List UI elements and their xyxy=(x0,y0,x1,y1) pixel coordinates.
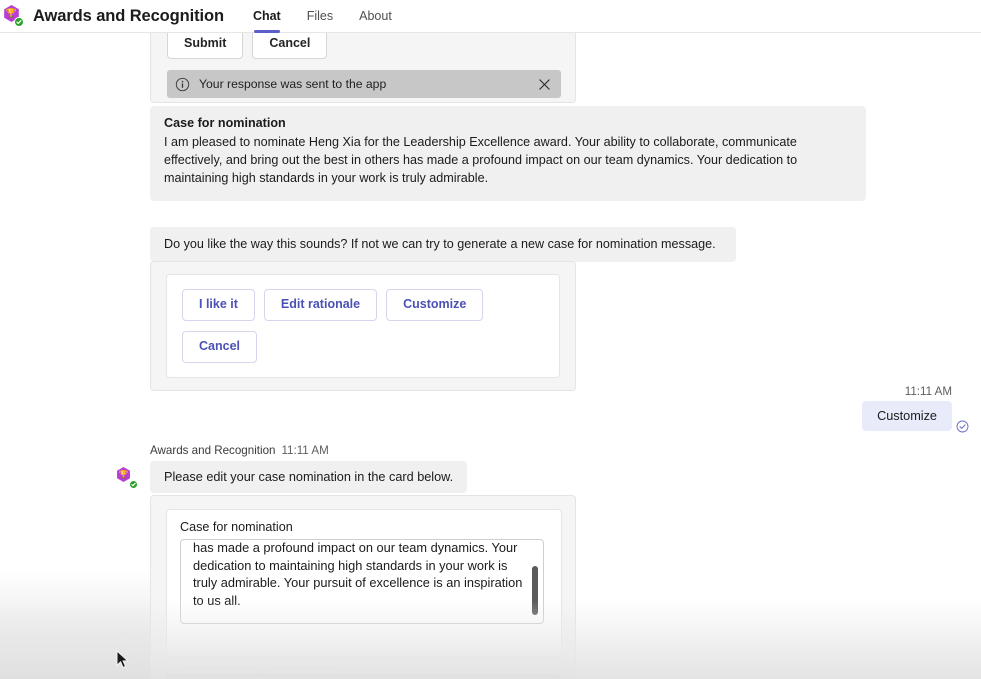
edit-field-label: Case for nomination xyxy=(180,520,293,534)
submit-button-top[interactable]: Submit xyxy=(167,33,244,59)
case-for-nomination-textarea[interactable]: communicate effectively, and bring out t… xyxy=(180,539,544,624)
suggested-actions-card: I like it Edit rationale Customize Cance… xyxy=(150,261,576,391)
outgoing-timestamp: 11:11 AM xyxy=(904,385,952,398)
available-check-icon xyxy=(14,17,24,27)
nomination-card-body: I am pleased to nominate Heng Xia for th… xyxy=(164,135,798,186)
textarea-value: has made a profound impact on our team d… xyxy=(193,540,523,608)
customize-button[interactable]: Customize xyxy=(386,289,484,321)
textarea-content: communicate effectively, and bring out t… xyxy=(181,540,543,615)
i-like-it-button[interactable]: I like it xyxy=(182,289,255,321)
available-check-icon-avatar xyxy=(129,480,138,489)
nomination-card-title: Case for nomination xyxy=(164,116,286,130)
tab-files[interactable]: Files xyxy=(294,0,346,33)
cancel-suggestion-button[interactable]: Cancel xyxy=(182,330,257,363)
trophy-glyph-avatar: 🏆 xyxy=(118,469,129,479)
nav-tabs: Chat Files About xyxy=(240,0,405,33)
cancel-button-top[interactable]: Cancel xyxy=(252,33,328,59)
incoming-message-bubble: Please edit your case nomination in the … xyxy=(150,461,468,493)
tab-chat[interactable]: Chat xyxy=(240,0,294,33)
bot-question-bubble: Do you like the way this sounds? If not … xyxy=(150,227,736,262)
incoming-timestamp: 11:11 AM xyxy=(281,444,329,457)
chat-conversation[interactable]: Submit Cancel Your response was sent to … xyxy=(0,33,981,679)
suggested-actions-row-1: I like it Edit rationale Customize xyxy=(182,289,544,321)
edit-rationale-button[interactable]: Edit rationale xyxy=(263,289,378,321)
status-message-top: Your response was sent to the app xyxy=(199,77,387,91)
incoming-sender-name: Awards and Recognition xyxy=(150,444,276,457)
tab-about[interactable]: About xyxy=(346,0,405,33)
info-circle-icon xyxy=(175,77,190,92)
outgoing-message-bubble[interactable]: Customize xyxy=(862,401,952,431)
status-bar-top: Your response was sent to the app xyxy=(167,70,561,98)
app-header: 🏆 Awards and Recognition Chat Files Abou… xyxy=(0,0,981,33)
page-title: Awards and Recognition xyxy=(33,6,224,25)
avatar: 🏆 xyxy=(116,467,138,489)
previous-response-card: Submit Cancel Your response was sent to … xyxy=(150,33,576,103)
close-x-icon-top[interactable] xyxy=(538,78,551,91)
suggested-actions-row-2: Cancel xyxy=(182,330,544,363)
edit-nomination-inner: Case for nomination communicate effectiv… xyxy=(166,509,562,657)
status-bar-bottom: Your response was sent to the app xyxy=(166,674,560,679)
delivered-check-circle-icon xyxy=(956,420,969,433)
app-icon: 🏆 xyxy=(2,4,26,28)
app-window: 🏆 Awards and Recognition Chat Files Abou… xyxy=(0,0,981,679)
incoming-message-meta: Awards and Recognition 11:11 AM xyxy=(150,444,329,457)
nomination-text-card: Case for nomination I am pleased to nomi… xyxy=(150,106,866,201)
previous-card-button-row: Submit Cancel xyxy=(167,33,328,59)
trophy-hexagon-icon-avatar: 🏆 xyxy=(117,467,130,482)
edit-nomination-card: Case for nomination communicate effectiv… xyxy=(150,495,576,679)
vertical-scrollbar[interactable] xyxy=(532,566,538,615)
trophy-glyph: 🏆 xyxy=(5,8,18,18)
suggested-actions-inner: I like it Edit rationale Customize Cance… xyxy=(166,274,560,378)
